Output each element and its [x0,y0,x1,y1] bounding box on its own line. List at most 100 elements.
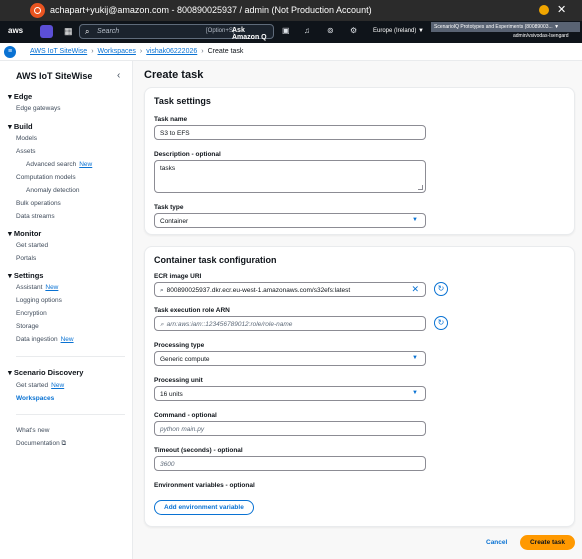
container-config-heading: Container task configuration [154,255,277,265]
chevron-right-icon: › [139,48,143,55]
command-input[interactable]: python main.py [154,421,426,436]
processing-unit-select[interactable]: 16 units ▼ [154,386,426,401]
sidebar-item-whats-new[interactable]: What's new [16,427,49,434]
cloudshell-icon[interactable]: ▣ [282,26,290,35]
close-window-icon[interactable]: ✕ [557,3,566,16]
task-name-label: Task name [154,116,188,123]
new-badge: New [51,382,65,389]
sidebar-item-edge-gateways[interactable]: Edge gateways [16,105,60,112]
sidebar-item-portals[interactable]: Portals [16,255,36,262]
sidebar-title[interactable]: AWS IoT SiteWise [16,71,92,81]
region-selector[interactable]: Europe (Ireland) ▼ [373,28,424,34]
breadcrumb-workspaces[interactable]: Workspaces [98,48,136,55]
processing-unit-value: 16 units [160,391,183,398]
window-titlebar: achapart+yukij@amazon.com - 800890025937… [0,0,582,21]
ecr-uri-value: 800890025937.dkr.ecr.eu-west-1.amazonaws… [166,287,351,294]
description-label: Description - optional [154,151,221,158]
sidebar-item-documentation[interactable]: Documentation ⧉ [16,440,66,448]
search-icon: ⌕ [160,287,164,294]
add-env-var-button[interactable]: Add environment variable [154,500,254,515]
refresh-role-icon[interactable]: ↻ [434,316,448,330]
services-grid-icon[interactable]: ▦ [64,26,73,37]
side-navigation: AWS IoT SiteWise ‹ ▾ Edge Edge gateways … [0,61,133,559]
chevron-right-icon: › [91,48,94,55]
processing-type-label: Processing type [154,342,205,349]
window-title: achapart+yukij@amazon.com - 800890025937… [50,5,372,15]
role-arn-placeholder: arn:aws:iam::123456789012:role/role-name [166,321,293,328]
search-placeholder: Search [97,28,120,35]
section-settings[interactable]: ▾ Settings [8,271,43,280]
processing-type-select[interactable]: Generic compute ▼ [154,351,426,366]
main-content: Create task Task settings Task name S3 t… [134,61,582,559]
bell-icon[interactable]: ♫ [304,26,310,35]
sidebar-item-assets[interactable]: Assets [16,148,36,155]
notification-dot-icon[interactable] [539,5,549,15]
breadcrumb-bar: ≡ AWS IoT SiteWise › Workspaces › vishak0622… [0,43,582,61]
new-badge: New [79,161,93,168]
sidebar-item-workspaces[interactable]: Workspaces [16,395,54,402]
sidebar-item-bulk-operations[interactable]: Bulk operations [16,200,61,207]
search-icon: ⌕ [160,321,164,328]
role-arn-input[interactable]: ⌕ arn:aws:iam::123456789012:role/role-nam… [154,316,426,331]
processing-unit-label: Processing unit [154,377,203,384]
sidebar-item-get-started-monitor[interactable]: Get started [16,242,48,249]
sidebar-item-computation-models[interactable]: Computation models [16,174,76,181]
caret-down-icon: ▼ [412,390,418,396]
collapse-sidebar-icon[interactable]: ‹ [117,70,120,81]
task-settings-heading: Task settings [154,96,211,106]
task-type-select[interactable]: Container ▼ [154,213,426,228]
breadcrumb-workspace[interactable]: vishak06222026 [146,48,197,55]
cancel-button[interactable]: Cancel [486,539,507,546]
section-edge[interactable]: ▾ Edge [8,92,32,101]
aws-logo[interactable]: aws [8,26,23,35]
sidebar-item-get-started-scenario[interactable]: Get started New [16,382,64,389]
service-icon[interactable] [40,25,53,38]
create-task-button[interactable]: Create task [520,535,575,550]
timeout-input[interactable]: 3600 [154,456,426,471]
container-config-card: Container task configuration ECR image U… [144,246,575,527]
section-build[interactable]: ▾ Build [8,122,33,131]
sidebar-item-models[interactable]: Models [16,135,37,142]
task-type-label: Task type [154,204,184,211]
ask-amazon-q[interactable]: Ask Amazon Q [232,27,273,41]
processing-type-value: Generic compute [160,356,210,363]
menu-icon[interactable]: ≡ [4,46,16,58]
env-vars-label: Environment variables - optional [154,482,255,489]
sidebar-item-data-ingestion[interactable]: Data ingestion New [16,336,74,343]
help-icon[interactable]: ⊚ [327,26,334,35]
sidebar-item-logging-options[interactable]: Logging options [16,297,62,304]
account-selector[interactable]: ScenarioIQ Prototypes and Experiments (8… [431,22,580,32]
search-bar[interactable]: ⌕ Search [Option+S] Ask Amazon Q [79,24,274,41]
role-arn-label: Task execution role ARN [154,307,230,314]
page-title: Create task [144,69,204,81]
clear-icon[interactable]: ✕ [411,284,419,295]
sidebar-item-data-streams[interactable]: Data streams [16,213,55,220]
sidebar-item-assistant[interactable]: Assistant New [16,284,58,291]
caret-down-icon: ▼ [412,217,418,223]
breadcrumb-sitewise[interactable]: AWS IoT SiteWise [30,48,87,55]
section-scenario-discovery[interactable]: ▾ Scenario Discovery [8,368,83,377]
sidebar-item-encryption[interactable]: Encryption [16,310,47,317]
sidebar-item-storage[interactable]: Storage [16,323,39,330]
ecr-uri-label: ECR image URI [154,273,202,280]
new-badge: New [60,336,74,343]
search-shortcut: [Option+S] [206,28,235,34]
task-type-value: Container [160,218,189,225]
aws-top-navigation: aws ▦ ⌕ Search [Option+S] Ask Amazon Q ▣… [0,21,582,43]
caret-down-icon: ▼ [412,355,418,361]
section-monitor[interactable]: ▾ Monitor [8,229,41,238]
breadcrumb-current: Create task [207,48,244,55]
ecr-uri-input[interactable]: ⌕ 800890025937.dkr.ecr.eu-west-1.amazonaw… [154,282,426,297]
external-link-icon: ⧉ [61,440,67,447]
sidebar-item-advanced-search[interactable]: Advanced search New [26,161,92,168]
description-textarea[interactable]: tasks [154,160,426,193]
refresh-ecr-icon[interactable]: ↻ [434,282,448,296]
task-name-input[interactable]: S3 to EFS [154,125,426,140]
breadcrumb: AWS IoT SiteWise › Workspaces › vishak062220… [30,48,243,55]
gear-icon[interactable]: ⚙ [350,26,357,35]
sidebar-divider [16,356,125,357]
chevron-right-icon: › [201,48,204,55]
sidebar-item-anomaly-detection[interactable]: Anomaly detection [26,187,79,194]
user-label[interactable]: admin/vsivodas-Isengard [513,33,569,39]
search-icon: ⌕ [85,27,90,36]
